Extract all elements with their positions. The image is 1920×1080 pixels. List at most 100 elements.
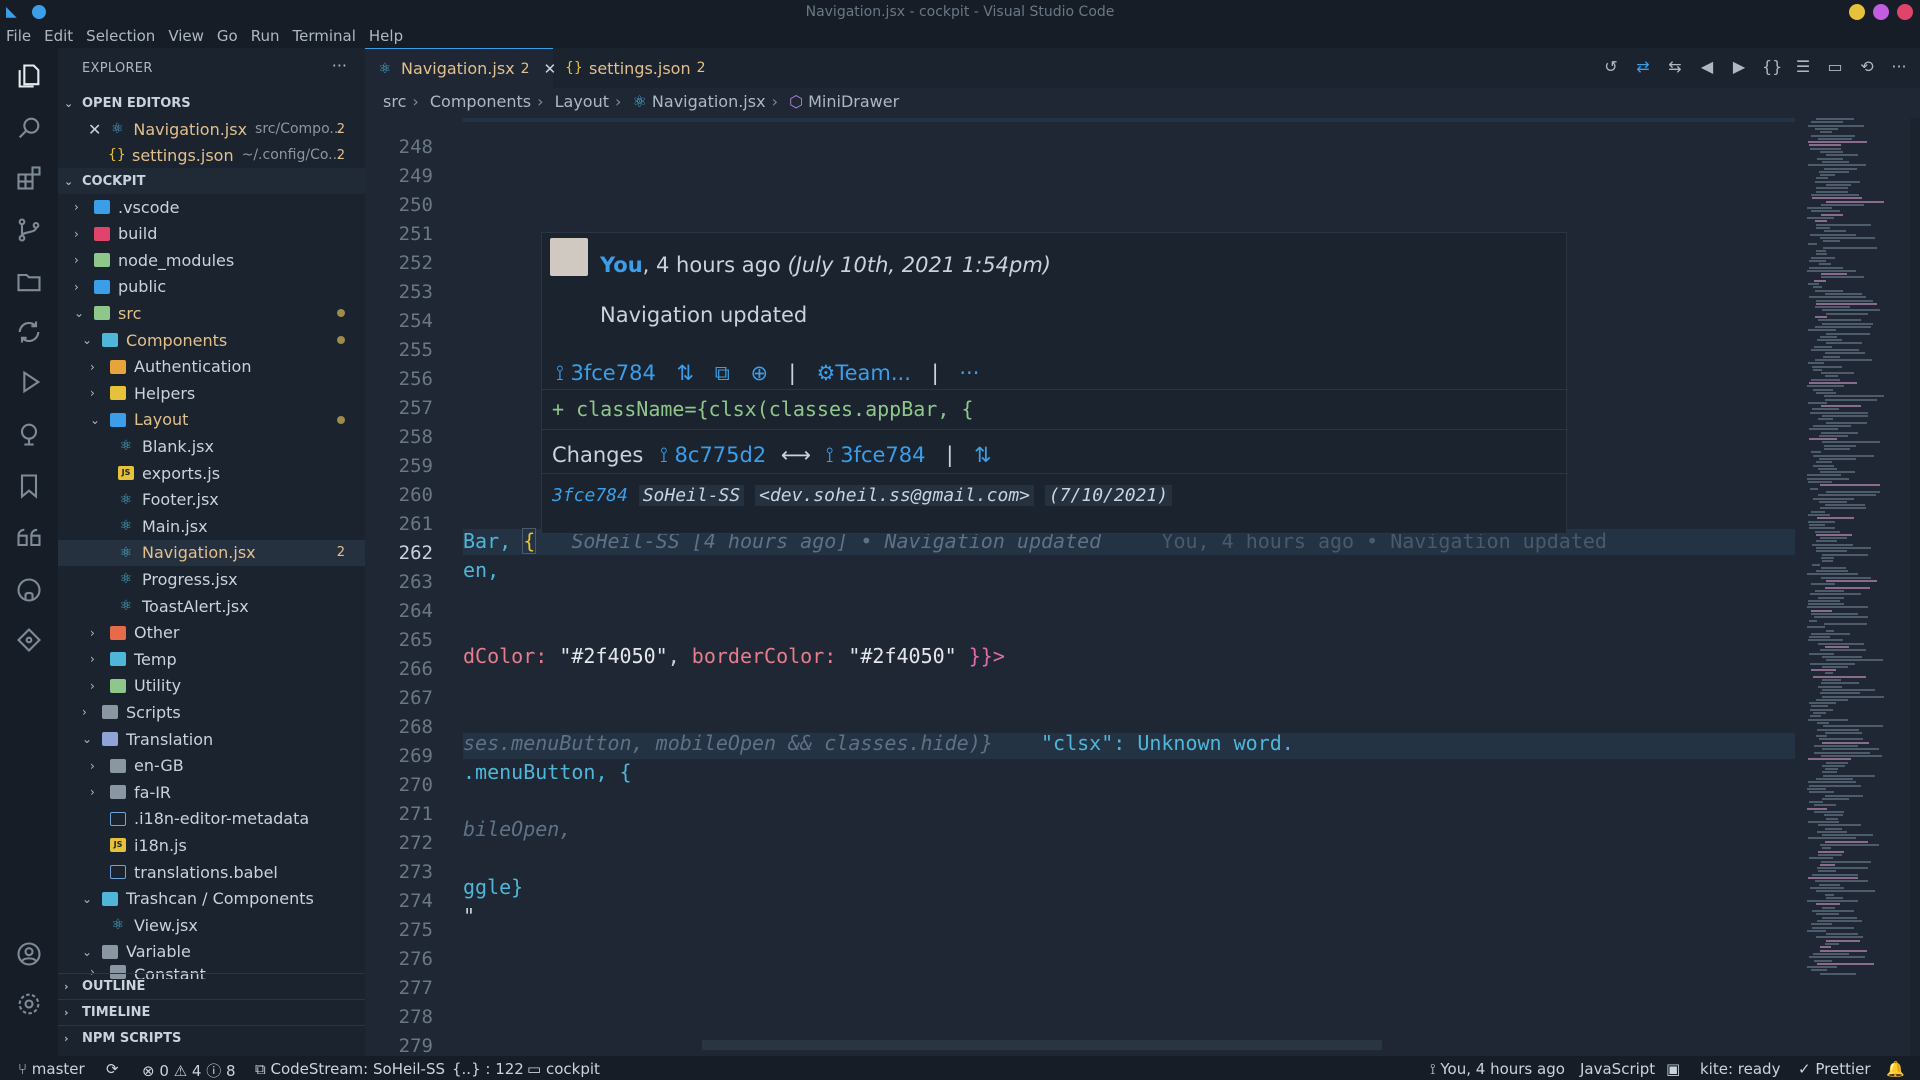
tree-item[interactable]: ⌄ Trashcan / Components bbox=[58, 886, 365, 912]
github-icon[interactable] bbox=[13, 574, 45, 606]
menu-run[interactable]: Run bbox=[251, 27, 280, 45]
tree-item[interactable]: .i18n-editor-metadata bbox=[58, 806, 365, 832]
globe-icon[interactable]: ⊕ bbox=[750, 361, 768, 385]
tree-item[interactable]: ⚛ Navigation.jsx 2 bbox=[58, 539, 365, 566]
codestream-item[interactable]: ⧉ CodeStream: SoHeil-SS bbox=[255, 1060, 445, 1078]
next-icon[interactable]: ▶ bbox=[1730, 58, 1748, 76]
copy-icon[interactable]: ⧉ bbox=[715, 361, 730, 385]
menu-help[interactable]: Help bbox=[369, 27, 403, 45]
tree-item[interactable]: ⌄ Variable bbox=[58, 939, 365, 965]
project-item[interactable]: ▭ cockpit bbox=[527, 1060, 600, 1078]
close-icon[interactable]: ✕ bbox=[88, 120, 101, 139]
tree-item[interactable]: ⌄ src bbox=[58, 300, 365, 326]
braces-icon[interactable]: {} bbox=[1762, 58, 1782, 76]
tree-item[interactable]: translations.babel bbox=[58, 859, 365, 885]
blame-item[interactable]: ⟟ You, 4 hours ago bbox=[1430, 1060, 1565, 1078]
list-icon[interactable]: ☰ bbox=[1794, 58, 1812, 76]
tree-item[interactable]: ⌄ Translation bbox=[58, 726, 365, 752]
commit-sha-link[interactable]: 3fce784 bbox=[571, 361, 656, 385]
npm-scripts-section[interactable]: › NPM SCRIPTS bbox=[58, 1025, 365, 1051]
extensions-icon[interactable] bbox=[13, 162, 45, 194]
compare-icon[interactable]: ⇆ bbox=[1666, 58, 1684, 76]
tab-settings-json[interactable]: {} settings.json 2 bbox=[553, 48, 713, 88]
open-editors-section[interactable]: ⌄ OPEN EDITORS bbox=[58, 90, 365, 116]
terminal-icon[interactable]: ▭ bbox=[1826, 58, 1844, 76]
tree-item[interactable]: JS exports.js bbox=[58, 460, 365, 486]
breadcrumb-item[interactable]: Layout bbox=[555, 92, 609, 111]
code-line-275[interactable]: ggle} bbox=[463, 875, 523, 899]
tree-item[interactable]: › Helpers bbox=[58, 380, 365, 406]
breadcrumb-item[interactable]: MiniDrawer bbox=[808, 92, 899, 111]
tree-item[interactable]: ⚛ Main.jsx bbox=[58, 513, 365, 539]
gitlens-icon[interactable] bbox=[13, 624, 45, 656]
tab-navigation-jsx[interactable]: ⚛ Navigation.jsx 2 ✕ bbox=[365, 48, 556, 88]
tree-item[interactable]: › Scripts bbox=[58, 699, 365, 725]
tree-item[interactable]: ⌄ Components bbox=[58, 327, 365, 353]
tree-item[interactable]: ⌄ Layout bbox=[58, 407, 365, 433]
tree-item[interactable]: › Authentication bbox=[58, 354, 365, 380]
remote-icon[interactable] bbox=[13, 418, 45, 450]
tree-item[interactable]: › public bbox=[58, 274, 365, 300]
breadcrumb-item[interactable]: src bbox=[383, 92, 406, 111]
code-line-276[interactable]: " bbox=[463, 904, 475, 928]
minimize-button[interactable] bbox=[1849, 4, 1865, 20]
run-debug-icon[interactable] bbox=[13, 366, 45, 398]
terminal-icon[interactable]: ▣ bbox=[1666, 1060, 1680, 1078]
quote-icon[interactable] bbox=[13, 522, 45, 554]
sync-icon[interactable] bbox=[13, 316, 45, 348]
menu-go[interactable]: Go bbox=[217, 27, 238, 45]
cockpit-section[interactable]: ⌄ COCKPIT bbox=[58, 168, 365, 194]
breadcrumb-item[interactable]: Navigation.jsx bbox=[652, 92, 766, 111]
menu-edit[interactable]: Edit bbox=[44, 27, 73, 45]
branch-item[interactable]: ⑂ master bbox=[18, 1060, 85, 1078]
tree-item[interactable]: › Utility bbox=[58, 673, 365, 699]
source-control-icon[interactable] bbox=[13, 214, 45, 246]
code-line-272[interactable]: bileOpen, bbox=[463, 817, 571, 841]
history-icon[interactable]: ↺ bbox=[1602, 58, 1620, 76]
json-position[interactable]: {..} : 122 bbox=[452, 1060, 524, 1078]
tree-item[interactable]: › node_modules bbox=[58, 247, 365, 273]
maximize-button[interactable] bbox=[1873, 4, 1889, 20]
compare-icon[interactable]: ⇅ bbox=[677, 361, 695, 385]
menu-terminal[interactable]: Terminal bbox=[293, 27, 356, 45]
more-actions-icon[interactable]: ··· bbox=[332, 56, 347, 75]
explorer-icon[interactable] bbox=[13, 60, 45, 92]
menu-selection[interactable]: Selection bbox=[86, 27, 155, 45]
vertical-scrollbar[interactable] bbox=[1910, 118, 1920, 1058]
open-editor-item[interactable]: {} settings.json ~/.config/Co... 2 bbox=[58, 142, 365, 168]
tree-item[interactable]: › fa-IR bbox=[58, 779, 365, 805]
from-sha-link[interactable]: 8c775d2 bbox=[675, 443, 767, 467]
open-editor-item[interactable]: ✕ ⚛ Navigation.jsx src/Compo... 2 bbox=[58, 116, 365, 142]
menu-file[interactable]: File bbox=[6, 27, 31, 45]
code-line-269[interactable]: ses.menuButton, mobileOpen && classes.hi… bbox=[463, 731, 1294, 755]
gear-icon[interactable] bbox=[13, 988, 45, 1020]
code-line-263[interactable]: en, bbox=[463, 558, 499, 582]
tree-item[interactable]: › .vscode bbox=[58, 194, 365, 220]
code-line-266[interactable]: dColor: "#2f4050", borderColor: "#2f4050… bbox=[463, 644, 1005, 668]
bell-icon[interactable]: 🔔 bbox=[1886, 1060, 1905, 1078]
team-link[interactable]: Team... bbox=[835, 361, 911, 385]
previous-icon[interactable]: ◀ bbox=[1698, 58, 1716, 76]
code-line-270[interactable]: .menuButton, { bbox=[463, 760, 632, 784]
more-actions-icon[interactable]: ··· bbox=[1890, 58, 1908, 76]
tree-item[interactable]: ⚛ Blank.jsx bbox=[58, 433, 365, 459]
tree-item[interactable]: ⚛ View.jsx bbox=[58, 912, 365, 938]
kite-status[interactable]: kite: ready bbox=[1700, 1060, 1780, 1078]
tree-item[interactable]: JS i18n.js bbox=[58, 832, 365, 858]
breadcrumb-item[interactable]: Components bbox=[430, 92, 531, 111]
prettier-item[interactable]: ✓ Prettier bbox=[1798, 1060, 1871, 1078]
outline-section[interactable]: › OUTLINE bbox=[58, 973, 365, 999]
tree-item[interactable]: ⚛ Footer.jsx bbox=[58, 487, 365, 513]
tree-item[interactable]: › Other bbox=[58, 620, 365, 646]
footer-sha[interactable]: 3fce784 bbox=[552, 485, 628, 506]
problems-item[interactable]: ⊗ 0 ⚠ 4 ⓘ 8 bbox=[142, 1060, 236, 1080]
horizontal-scrollbar[interactable] bbox=[702, 1040, 1382, 1050]
to-sha-link[interactable]: 3fce784 bbox=[840, 443, 925, 467]
tree-item[interactable]: › Temp bbox=[58, 646, 365, 672]
tree-item[interactable]: › build bbox=[58, 221, 365, 247]
toggle-icon[interactable]: ⟲ bbox=[1858, 58, 1876, 76]
sync-icon[interactable]: ⟳ bbox=[106, 1060, 119, 1078]
language-mode[interactable]: JavaScript bbox=[1580, 1060, 1655, 1078]
close-window-button[interactable] bbox=[1897, 4, 1913, 20]
menu-view[interactable]: View bbox=[168, 27, 204, 45]
